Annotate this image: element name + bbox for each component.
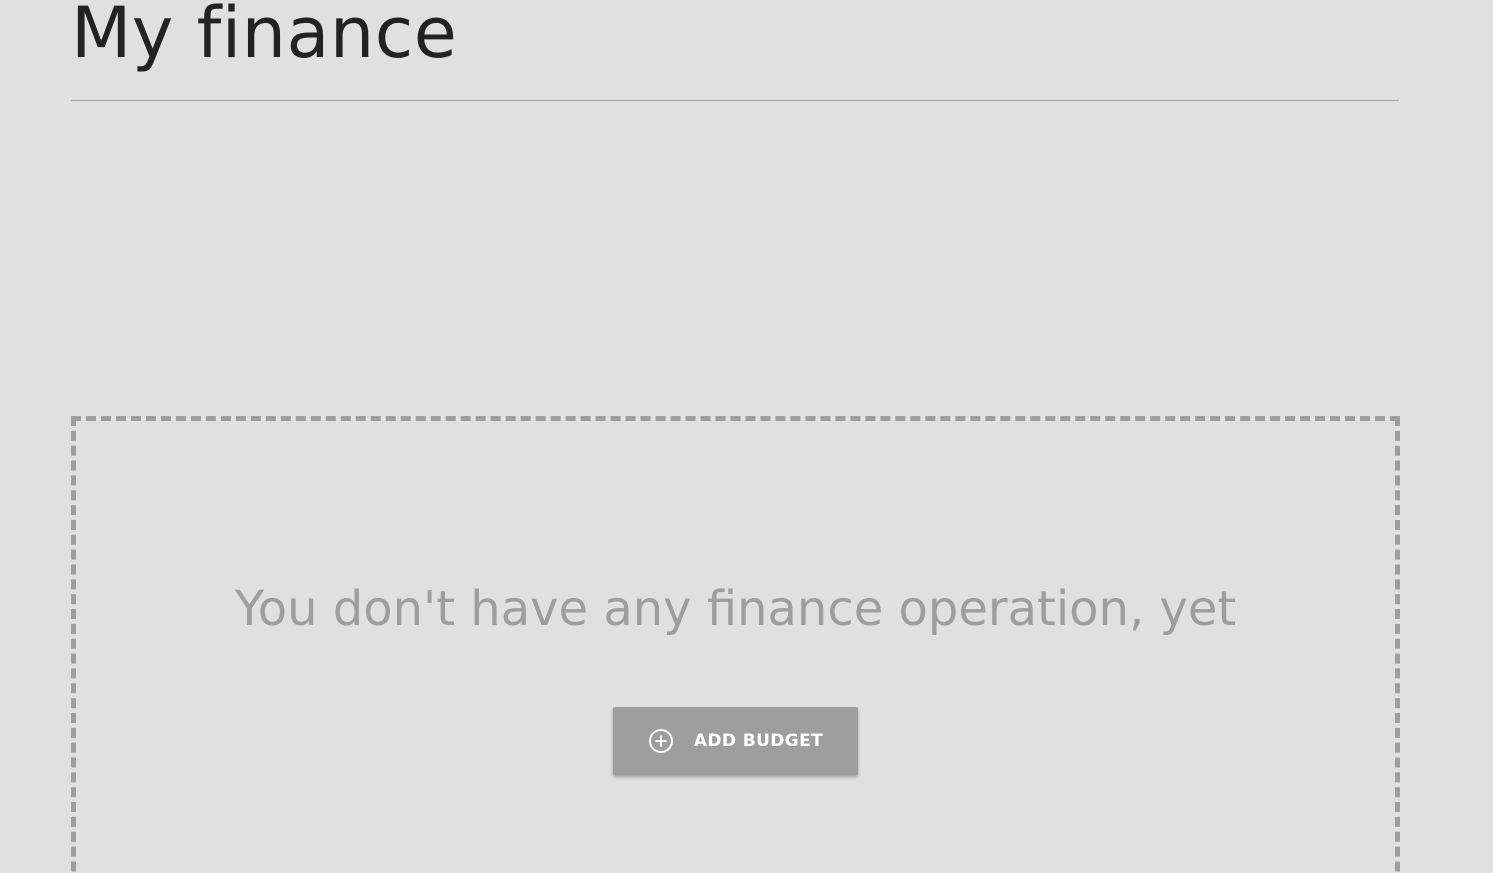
empty-state-panel: You don't have any finance operation, ye…: [71, 416, 1400, 873]
empty-state-message: You don't have any finance operation, ye…: [234, 581, 1237, 637]
add-budget-label: ADD BUDGET: [693, 731, 824, 751]
plus-circle-icon: [648, 728, 674, 754]
page-title: My finance: [71, 0, 458, 74]
title-divider: [71, 100, 1399, 101]
finance-page: My finance You don't have any finance op…: [0, 0, 1493, 873]
add-budget-button[interactable]: ADD BUDGET: [613, 707, 858, 775]
